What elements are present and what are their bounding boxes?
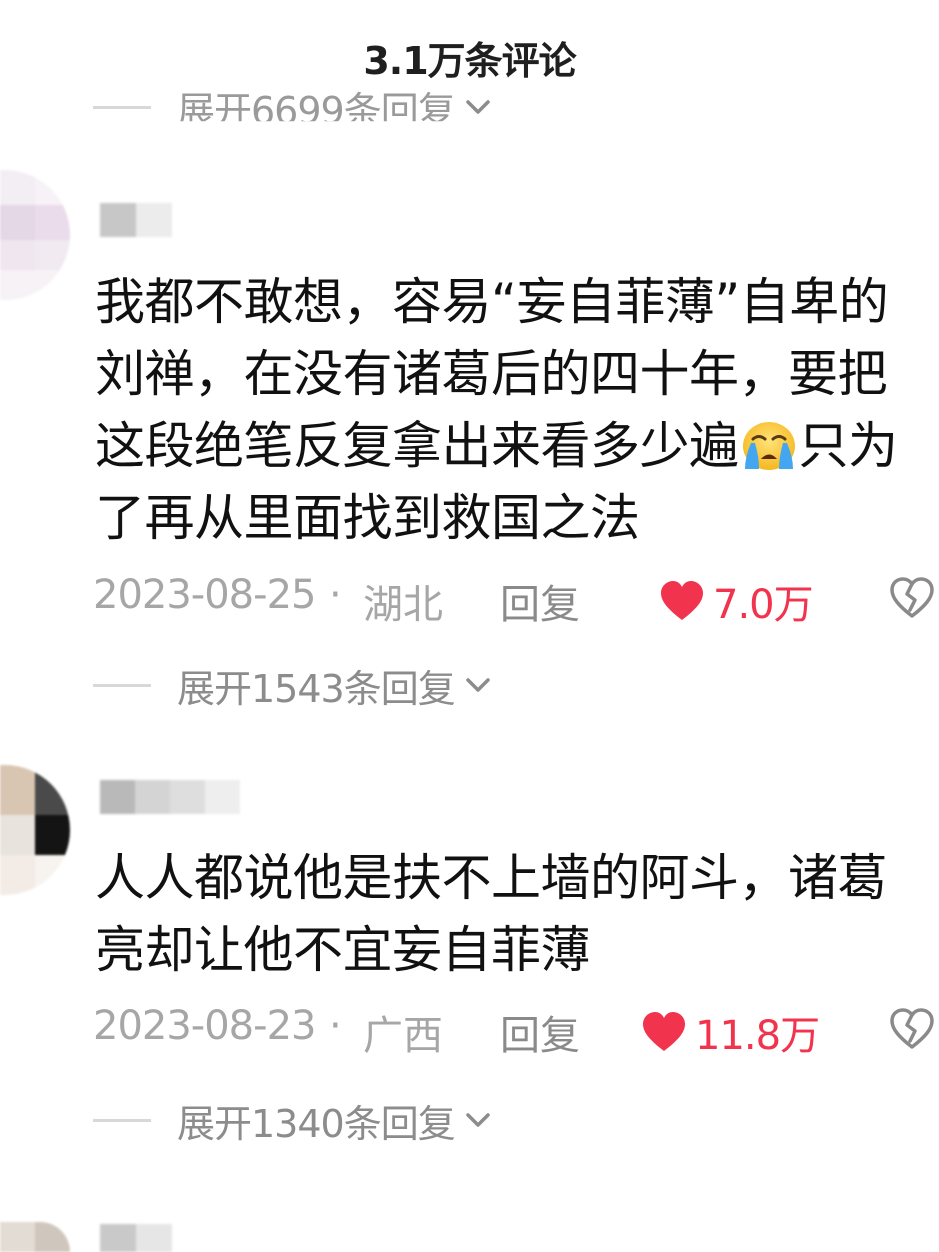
comment-date: 2023-08-23 <box>93 1003 316 1049</box>
chevron-down-icon <box>465 678 490 692</box>
avatar[interactable] <box>0 1222 70 1252</box>
expand-replies-button[interactable]: 展开1543条回复 <box>93 660 493 711</box>
comment-region: 湖北 <box>363 582 443 628</box>
meta-separator: · <box>329 572 342 618</box>
avatar[interactable] <box>0 170 70 300</box>
expand-replies-label: 展开1340条回复 <box>177 1101 456 1146</box>
username-blurred[interactable] <box>100 203 172 237</box>
comment-meta: 2023-08-23 · 广西 回复 11.8万 <box>93 1003 939 1059</box>
comments-count-title: 3.1万条评论 <box>363 39 576 83</box>
username-blurred[interactable] <box>100 1224 172 1252</box>
comment-region: 广西 <box>363 1013 443 1059</box>
divider-line <box>93 1118 151 1122</box>
heart-icon <box>643 1012 685 1051</box>
heart-icon <box>661 581 703 620</box>
dislike-icon[interactable] <box>889 576 935 620</box>
reply-button[interactable]: 回复 <box>500 1003 580 1061</box>
like-count: 7.0万 <box>713 582 814 628</box>
loudly-crying-emoji <box>742 422 795 470</box>
dislike-icon[interactable] <box>889 1007 935 1051</box>
reply-button[interactable]: 回复 <box>500 572 580 630</box>
meta-separator: · <box>329 1003 342 1049</box>
divider-line <box>93 105 151 109</box>
expand-replies-button[interactable]: 展开1340条回复 <box>93 1095 493 1146</box>
comment-text: 人人都说他是扶不上墙的阿斗，诸葛亮却让他不宜妄自菲薄 <box>95 849 888 979</box>
like-count: 11.8万 <box>695 1013 820 1059</box>
comments-panel: 3.1万条评论 展开6699条回复 我都不敢想，容易“妄自菲薄”自卑的刘禅，在没… <box>0 0 939 1252</box>
like-button[interactable]: 7.0万 <box>659 572 814 630</box>
avatar[interactable] <box>0 765 70 895</box>
chevron-down-icon <box>465 1113 490 1127</box>
comment-text: 我都不敢想，容易“妄自菲薄”自卑的刘禅，在没有诸葛后的四十年，要把这段绝笔反复拿… <box>95 266 925 554</box>
expand-replies-label: 展开1543条回复 <box>177 666 456 711</box>
divider-line <box>93 683 151 687</box>
expand-replies-button[interactable]: 展开6699条回复 <box>93 82 493 132</box>
comment-date: 2023-08-25 <box>93 572 316 618</box>
like-button[interactable]: 11.8万 <box>641 1003 820 1061</box>
chevron-down-icon <box>463 92 493 122</box>
username-blurred[interactable] <box>100 780 240 814</box>
expand-replies-label: 展开6699条回复 <box>177 88 455 133</box>
comment-meta: 2023-08-25 · 湖北 回复 7.0万 <box>93 572 939 628</box>
